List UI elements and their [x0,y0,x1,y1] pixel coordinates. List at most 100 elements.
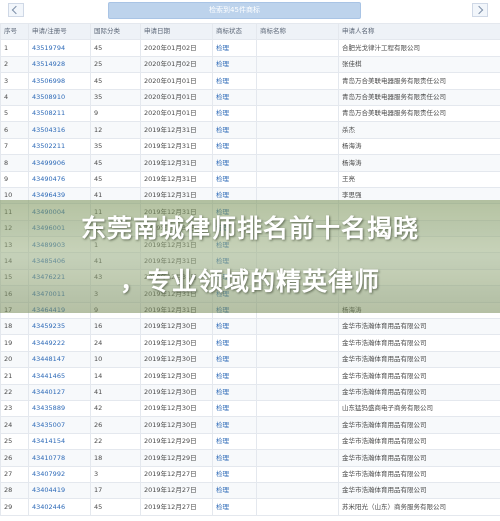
table-cell: 2019年12月31日 [140,137,213,156]
table-cell: 25 [90,55,141,74]
table-cell: 王亮 [338,170,500,188]
column-header: 申请/注册号 [28,22,91,41]
table-row[interactable]: 5 43508211 9 2020年01月01日 检理 青岛万合美联电器服务有限责任公司 [0,104,500,123]
table-row[interactable]: 26 43410778 18 2019年12月29日 检理 金华市浩瀚体育用品有限公司 [0,449,500,467]
table-cell: 2019年12月30日 [140,367,213,385]
status-link[interactable]: 检理 [212,367,257,385]
registration-number-link[interactable]: 43506998 [28,72,91,90]
registration-number-link[interactable]: 43435007 [28,416,91,434]
status-link[interactable]: 检理 [212,55,257,74]
table-cell: 2020年01月01日 [140,104,213,123]
table-row[interactable]: 19 43449222 24 2019年12月30日 检理 金华市浩瀚体育用品有限公司 [0,334,500,352]
column-header: 申请人名称 [338,22,500,41]
table-cell: 2019年12月29日 [140,432,213,451]
status-link[interactable]: 检理 [212,154,257,172]
table-cell: 2019年12月30日 [140,383,213,401]
table-row[interactable]: 21 43441465 14 2019年12月30日 检理 金华市浩瀚体育用品有限公司 [0,367,500,385]
status-link[interactable]: 检理 [212,432,257,451]
table-row[interactable]: 3 43506998 45 2020年01月01日 检理 青岛万合美联电器服务有限责任公司 [0,72,500,90]
table-cell [256,432,339,451]
status-link[interactable]: 检理 [212,416,257,434]
column-header: 序号 [0,22,29,41]
table-row[interactable]: 2 43514928 25 2020年01月02日 检理 张佳棋 [0,55,500,74]
table-cell: 2019年12月27日 [140,481,213,500]
table-row[interactable]: 18 43459235 16 2019年12月30日 检理 金华市浩瀚体育用品有限公司 [0,318,500,336]
table-cell: 2020年01月01日 [140,72,213,90]
registration-number-link[interactable]: 43502211 [28,137,91,156]
registration-number-link[interactable]: 43407992 [28,465,91,483]
table-row[interactable]: 1 43519794 45 2020年01月02日 检理 合肥光戈律汁工程有限公司 [0,39,500,57]
table-row[interactable]: 20 43448147 10 2019年12月30日 检理 金华市浩瀚体育用品有限公司 [0,350,500,369]
table-cell: 18 [90,449,141,467]
status-link[interactable]: 检理 [212,449,257,467]
registration-number-link[interactable]: 43508211 [28,104,91,123]
status-link[interactable]: 检理 [212,121,257,139]
registration-number-link[interactable]: 43459235 [28,318,91,336]
registration-number-link[interactable]: 43448147 [28,350,91,369]
table-row[interactable]: 6 43504316 12 2019年12月31日 检理 杀杰 [0,121,500,139]
table-cell: 2019年12月30日 [140,334,213,352]
registration-number-link[interactable]: 43519794 [28,39,91,57]
table-cell [256,318,339,336]
status-link[interactable]: 检理 [212,498,257,516]
table-cell: 4 [0,88,29,106]
table-cell: 42 [90,399,141,418]
registration-number-link[interactable]: 43435889 [28,399,91,418]
table-cell [256,137,339,156]
registration-number-link[interactable]: 43490476 [28,170,91,188]
table-cell [256,350,339,369]
next-page-button[interactable] [472,3,488,17]
table-row[interactable]: 24 43435007 26 2019年12月30日 检理 金华市浩瀚体育用品有限公司 [0,416,500,434]
status-link[interactable]: 检理 [212,399,257,418]
status-link[interactable]: 检理 [212,104,257,123]
table-cell: 杨海涛 [338,154,500,172]
status-link[interactable]: 检理 [212,465,257,483]
table-row[interactable]: 4 43508910 35 2020年01月01日 检理 青岛万合美联电器服务有限责任公司 [0,88,500,106]
table-row[interactable]: 28 43404419 17 2019年12月27日 检理 金华市浩瀚体育用品有限公司 [0,481,500,500]
prev-page-button[interactable] [8,3,24,17]
table-cell: 张佳棋 [338,55,500,74]
table-cell: 1 [0,39,29,57]
registration-number-link[interactable]: 43441465 [28,367,91,385]
table-cell: 3 [90,465,141,483]
table-cell: 苏米阳光（山东）商务服务有限公司 [338,498,500,516]
status-link[interactable]: 检理 [212,137,257,156]
status-link[interactable]: 检理 [212,170,257,188]
table-cell: 45 [90,154,141,172]
table-row[interactable]: 22 43440127 41 2019年12月30日 检理 金华市浩瀚体育用品有限公司 [0,383,500,401]
table-row[interactable]: 9 43490476 45 2019年12月31日 检理 王亮 [0,170,500,188]
registration-number-link[interactable]: 43402446 [28,498,91,516]
table-row[interactable]: 25 43414154 22 2019年12月29日 检理 金华市浩瀚体育用品有限公司 [0,432,500,451]
status-link[interactable]: 检理 [212,39,257,57]
status-link[interactable]: 检理 [212,383,257,401]
registration-number-link[interactable]: 43504316 [28,121,91,139]
table-cell: 2019年12月31日 [140,154,213,172]
registration-number-link[interactable]: 43514928 [28,55,91,74]
status-link[interactable]: 检理 [212,481,257,500]
table-cell: 10 [90,350,141,369]
table-cell: 9 [90,104,141,123]
status-link[interactable]: 检理 [212,88,257,106]
registration-number-link[interactable]: 43414154 [28,432,91,451]
table-cell [256,104,339,123]
registration-number-link[interactable]: 43508910 [28,88,91,106]
table-row[interactable]: 8 43499906 45 2019年12月31日 检理 杨海涛 [0,154,500,172]
status-link[interactable]: 检理 [212,350,257,369]
registration-number-link[interactable]: 43404419 [28,481,91,500]
table-row[interactable]: 27 43407992 3 2019年12月27日 检理 金华市浩瀚体育用品有限公司 [0,465,500,483]
registration-number-link[interactable]: 43410778 [28,449,91,467]
headline-line-2: ，专业领域的精英律师 [119,267,380,296]
status-link[interactable]: 检理 [212,72,257,90]
table-row[interactable]: 7 43502211 35 2019年12月31日 检理 杨海涛 [0,137,500,156]
table-row[interactable]: 29 43402446 45 2019年12月27日 检理 苏米阳光（山东）商务服务有限公… [0,498,500,516]
table-row[interactable]: 23 43435889 42 2019年12月30日 检理 山东猛犸盛商电子商务有限公司 [0,399,500,418]
table-cell: 20 [0,350,29,369]
registration-number-link[interactable]: 43449222 [28,334,91,352]
table-cell [256,72,339,90]
status-link[interactable]: 检理 [212,318,257,336]
table-cell: 28 [0,481,29,500]
registration-number-link[interactable]: 43499906 [28,154,91,172]
status-link[interactable]: 检理 [212,334,257,352]
registration-number-link[interactable]: 43440127 [28,383,91,401]
table-cell: 金华市浩瀚体育用品有限公司 [338,367,500,385]
